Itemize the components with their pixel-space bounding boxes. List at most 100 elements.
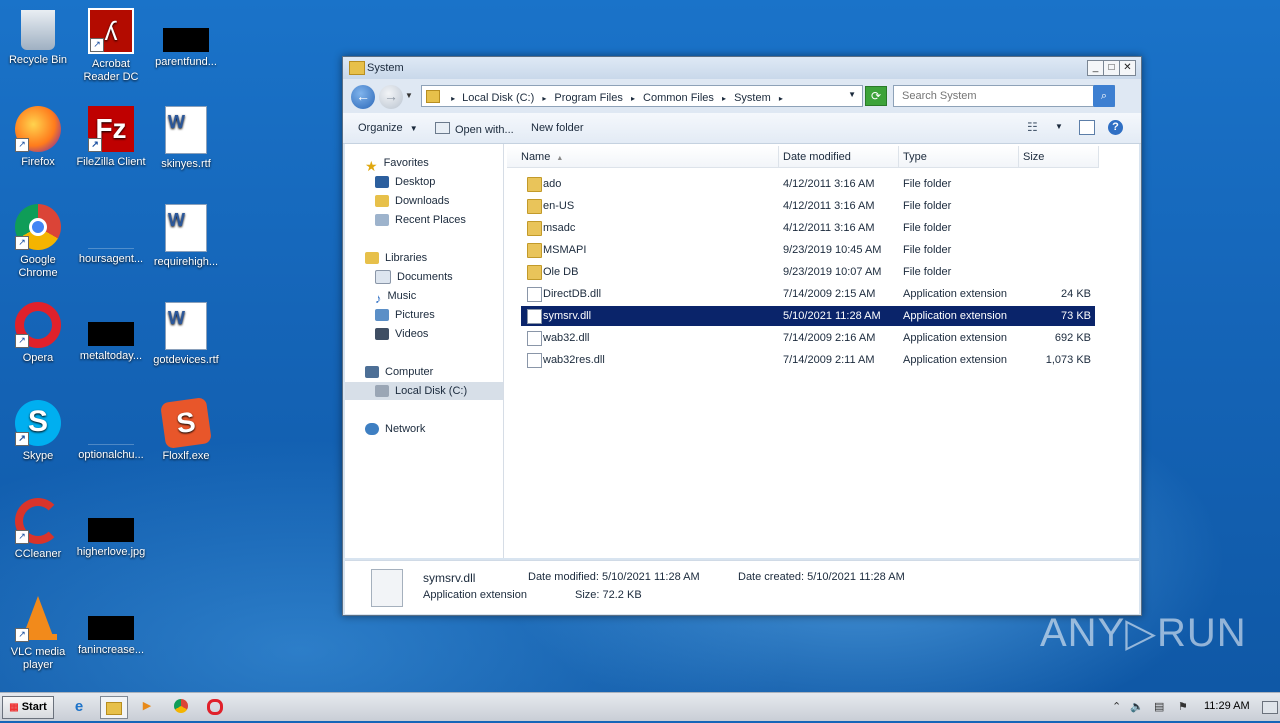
- breadcrumb-local-disk[interactable]: Local Disk (C:): [462, 92, 534, 104]
- recent-pages-chevron-icon[interactable]: ▼: [405, 91, 413, 100]
- file-type: Application extension: [903, 332, 1007, 344]
- taskbar-internet-explorer-icon[interactable]: e: [66, 696, 92, 717]
- desktop-icon-requirehigh[interactable]: W requirehigh...: [148, 204, 224, 269]
- minimize-button[interactable]: _: [1087, 60, 1104, 76]
- organize-button[interactable]: Organize ▼: [358, 122, 418, 134]
- file-row[interactable]: ado 4/12/2011 3:16 AM File folder: [521, 174, 1095, 194]
- desktop-icon-hoursagent[interactable]: hoursagent...: [73, 204, 149, 266]
- nav-recent-places[interactable]: Recent Places: [375, 211, 466, 229]
- nav-label: Recent Places: [395, 214, 466, 226]
- nav-music[interactable]: ♪ Music: [375, 287, 416, 306]
- taskbar-chrome-icon[interactable]: [168, 696, 194, 717]
- shortcut-arrow-icon: ↗: [15, 530, 29, 544]
- desktop-icon-acrobat[interactable]: ʎ ↗ Acrobat Reader DC: [73, 8, 149, 84]
- file-row-selected[interactable]: symsrv.dll 5/10/2021 11:28 AM Applicatio…: [521, 306, 1095, 326]
- desktop-icon-google-chrome[interactable]: ↗ Google Chrome: [0, 204, 76, 280]
- nav-favorites[interactable]: ★ Favorites: [365, 154, 429, 174]
- search-icon[interactable]: ⌕: [1093, 85, 1115, 107]
- help-icon[interactable]: ?: [1108, 120, 1123, 135]
- nav-videos[interactable]: Videos: [375, 325, 428, 343]
- desktop-icon-vlc[interactable]: ↗ VLC media player: [0, 596, 76, 672]
- forward-button[interactable]: →: [379, 85, 403, 109]
- breadcrumb-common-files[interactable]: Common Files: [643, 92, 714, 104]
- taskbar-media-player-icon[interactable]: ▶: [134, 696, 160, 717]
- desktop-icon-gotdevices[interactable]: W gotdevices.rtf: [148, 302, 224, 367]
- desktop-icon-skinyes[interactable]: W skinyes.rtf: [148, 106, 224, 171]
- nav-downloads[interactable]: Downloads: [375, 192, 449, 210]
- preview-pane-icon[interactable]: [1079, 120, 1095, 135]
- file-thumbnail: [88, 518, 134, 542]
- address-bar[interactable]: ▸ Local Disk (C:) ▸ Program Files ▸ Comm…: [421, 85, 863, 107]
- file-row[interactable]: Ole DB 9/23/2019 10:07 AM File folder: [521, 262, 1095, 282]
- desktop-icon-firefox[interactable]: ↗ Firefox: [0, 106, 76, 169]
- nav-label: Documents: [397, 271, 453, 283]
- desktop-icon-floxlf[interactable]: S Floxlf.exe: [148, 397, 224, 463]
- file-name: msadc: [543, 222, 576, 234]
- view-chevron-down-icon[interactable]: ▼: [1055, 122, 1063, 131]
- action-center-flag-icon[interactable]: ⚑: [1178, 700, 1188, 713]
- details-size: Size: 72.2 KB: [575, 589, 642, 601]
- tray-expand-icon[interactable]: ⌃: [1112, 700, 1121, 713]
- desktop-icon-recycle-bin[interactable]: Recycle Bin: [0, 8, 76, 67]
- desktop-icon-filezilla[interactable]: Fz ↗ FileZilla Client: [73, 106, 149, 169]
- nav-computer[interactable]: Computer: [365, 363, 433, 381]
- file-row[interactable]: wab32.dll 7/14/2009 2:16 AM Application …: [521, 328, 1095, 348]
- file-row[interactable]: MSMAPI 9/23/2019 10:45 AM File folder: [521, 240, 1095, 260]
- desktop-icon-ccleaner[interactable]: ↗ CCleaner: [0, 498, 76, 561]
- address-dropdown-icon[interactable]: ▼: [848, 90, 856, 99]
- file-row[interactable]: DirectDB.dll 7/14/2009 2:15 AM Applicati…: [521, 284, 1095, 304]
- close-button[interactable]: ✕: [1119, 60, 1136, 76]
- back-button[interactable]: ←: [351, 85, 375, 109]
- volume-icon[interactable]: 🔈: [1130, 700, 1144, 713]
- file-row[interactable]: en-US 4/12/2011 3:16 AM File folder: [521, 196, 1095, 216]
- refresh-icon[interactable]: ⟳: [865, 86, 887, 106]
- file-date: 9/23/2019 10:07 AM: [783, 266, 882, 278]
- taskbar-opera-icon[interactable]: [202, 696, 228, 717]
- column-header-date-modified[interactable]: Date modified: [779, 146, 899, 168]
- breadcrumb-system[interactable]: System: [734, 92, 771, 104]
- nav-label: Local Disk (C:): [395, 385, 468, 397]
- nav-network[interactable]: Network: [365, 420, 425, 438]
- column-header-size[interactable]: Size: [1019, 146, 1099, 168]
- taskbar-explorer-icon[interactable]: [100, 696, 128, 719]
- file-list[interactable]: Name ▲ Date modified Type Size ado 4/12/2…: [507, 144, 1139, 558]
- start-button[interactable]: ▦ Start: [2, 696, 54, 719]
- videos-icon: [375, 328, 389, 341]
- new-folder-button[interactable]: New folder: [531, 122, 584, 134]
- file-row[interactable]: msadc 4/12/2011 3:16 AM File folder: [521, 218, 1095, 238]
- column-header-type[interactable]: Type: [899, 146, 1019, 168]
- nav-local-disk[interactable]: Local Disk (C:): [345, 382, 503, 400]
- search-box[interactable]: ⌕: [893, 85, 1115, 107]
- desktop-icon-optionalchu[interactable]: optionalchu...: [73, 400, 149, 462]
- desktop-icon-skype[interactable]: S ↗ Skype: [0, 400, 76, 463]
- maximize-button[interactable]: □: [1103, 60, 1120, 76]
- search-input[interactable]: [900, 89, 1084, 103]
- file-row[interactable]: wab32res.dll 7/14/2009 2:11 AM Applicati…: [521, 350, 1095, 370]
- pictures-icon: [375, 309, 389, 322]
- dll-file-icon: [371, 569, 403, 607]
- desktop-icon-parentfund[interactable]: parentfund...: [148, 8, 224, 69]
- desktop-icon-opera[interactable]: ↗ Opera: [0, 302, 76, 365]
- open-with-button[interactable]: Open with...: [435, 122, 514, 136]
- breadcrumb-program-files[interactable]: Program Files: [554, 92, 622, 104]
- dll-file-icon: [527, 287, 542, 302]
- file-type: File folder: [903, 222, 952, 234]
- folder-icon: [527, 199, 542, 214]
- recycle-bin-icon: [21, 10, 55, 50]
- file-date: 7/14/2009 2:15 AM: [783, 288, 876, 300]
- desktop-icon-metaltoday[interactable]: metaltoday...: [73, 302, 149, 363]
- nav-libraries[interactable]: Libraries: [365, 249, 427, 267]
- view-options-icon[interactable]: ☷: [1027, 120, 1038, 134]
- nav-documents[interactable]: Documents: [375, 268, 453, 286]
- show-desktop-button[interactable]: [1262, 701, 1278, 714]
- desktop-icon-higherlove[interactable]: higherlove.jpg: [73, 498, 149, 559]
- column-header-name[interactable]: Name ▲: [507, 146, 779, 168]
- clock[interactable]: 11:29 AM: [1204, 700, 1250, 712]
- nav-pictures[interactable]: Pictures: [375, 306, 435, 324]
- network-tray-icon[interactable]: ▤: [1154, 700, 1164, 713]
- desktop-icon-fanincrease[interactable]: fanincrease...: [73, 596, 149, 657]
- nav-desktop[interactable]: Desktop: [375, 173, 435, 191]
- shortcut-arrow-icon: ↗: [15, 334, 29, 348]
- explorer-window[interactable]: System _ □ ✕ ← → ▼ ▸ Local Disk (C:) ▸ P…: [342, 56, 1142, 616]
- title-bar[interactable]: System _ □ ✕: [343, 57, 1141, 79]
